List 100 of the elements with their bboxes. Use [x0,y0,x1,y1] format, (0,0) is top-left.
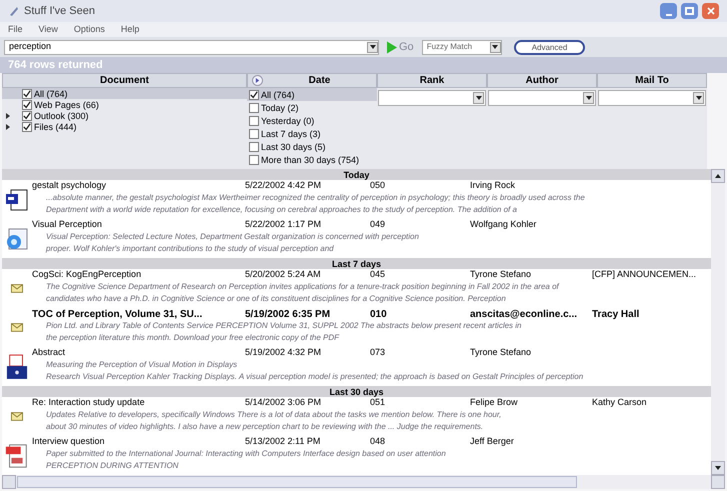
dropdown-arrow-icon [492,45,498,49]
result-snippet: Updates Relative to developers, specifically Windows There is a lot of data about the tasks we mention below. There is one hour, [45,409,502,421]
filter-item[interactable]: Last 7 days (3) [247,127,377,140]
envelope-icon [11,284,23,293]
result-author: anscitas@econline.c... [470,308,578,322]
filter-item[interactable]: Files (444) [2,121,247,132]
result-rank: 051 [370,397,386,410]
result-snippet: Research Visual Perception Kahler Tracking Displays. A visual perception model is presented; the approach is based on Gestalt Principles of perception [45,371,584,383]
checkbox[interactable] [249,90,259,100]
checkbox[interactable] [249,128,259,138]
checkbox[interactable] [22,110,32,120]
checkbox[interactable] [22,122,32,132]
column-header[interactable]: Author [487,73,597,88]
menu-item[interactable]: View [38,22,58,36]
close-button[interactable] [702,3,719,19]
maximize-button[interactable] [681,3,698,19]
filter-item[interactable]: All (764) [247,88,377,101]
dropdown-arrow-icon [476,96,482,100]
result-snippet: Measuring the Perception of Visual Motion in Displays [45,359,238,371]
minimize-button[interactable] [660,3,677,19]
result-date: 5/19/2002 4:32 PM [245,346,322,360]
result-date: 5/22/2002 1:17 PM [245,218,322,232]
result-mail-to: Tracy Hall [592,308,640,322]
column-header[interactable]: Rank [377,73,487,88]
group-header: Today [2,169,711,180]
filter-dropdown[interactable] [598,90,706,106]
column-header[interactable]: Date [247,73,377,88]
group-header: Last 7 days [2,258,711,269]
result-rank: 010 [370,308,388,322]
result-snippet: Department with a world wide reputation for excellence, focusing on cerebral approaches to the study of perception. The addition of a [45,204,518,216]
sort-arrow-icon [255,78,260,83]
result-rank: 073 [370,346,386,360]
result-date: 5/19/2002 6:35 PM [245,308,332,322]
checkbox[interactable] [249,142,259,152]
envelope-icon [11,412,23,421]
result-author: Wolfgang Kohler [470,218,538,232]
result-date: 5/20/2002 5:24 AM [245,268,322,282]
filter-item[interactable]: Web Pages (66) [2,99,247,110]
result-title[interactable]: CogSci: KogEngPerception [32,268,245,282]
dropdown-arrow-icon [370,45,376,49]
group-header: Last 30 days [2,386,711,397]
result-date: 5/22/2002 4:42 PM [245,179,322,192]
dropdown-arrow-icon [586,96,592,100]
up-arrow-icon [715,174,721,178]
checkbox[interactable] [249,116,259,126]
close-icon [706,7,714,15]
column-header[interactable]: Mail To [597,73,707,88]
horizontal-scrollbar[interactable] [2,475,725,489]
result-snippet: Visual Perception: Selected Lecture Notes, Department Gestalt organization is concerned with perception [45,231,420,243]
result-date: 5/14/2002 3:06 PM [245,396,322,410]
column-header[interactable]: Document [2,73,247,88]
dropdown-arrow-icon [715,466,721,470]
dropdown-arrow-icon [696,96,702,100]
result-mail-to: Kathy Carson [592,396,647,410]
result-title[interactable]: TOC of Perception, Volume 31, SU... [32,306,245,322]
filter-item[interactable]: Last 30 days (5) [247,140,377,153]
dropdown-button[interactable] [367,42,378,52]
filter-dropdown[interactable] [378,90,486,106]
result-snippet: the perception literature this month. Download your free electronic copy of the PDF [45,332,340,344]
menu-item[interactable]: File [8,22,23,36]
filter-item[interactable]: Today (2) [247,101,377,114]
play-icon [387,40,397,54]
result-title[interactable]: Re: Interaction study update [32,396,245,410]
app-icon [8,5,20,17]
result-snippet: Paper submitted to the International Journal: Interacting with Computers Interface design based on user attention [45,448,447,460]
result-snippet: ...absolute manner, the gestalt psychologist Max Wertheimer recognized the centrality of perception in psychology; this theory is broadly used across the [45,192,586,204]
result-author: Jeff Berger [470,435,515,448]
envelope-icon [11,323,23,332]
result-snippet: PERCEPTION DURING ATTENTION [45,460,180,472]
result-rank: 048 [370,435,386,448]
filter-dropdown[interactable] [488,90,596,106]
vertical-scrollbar[interactable] [711,169,725,475]
filter-item[interactable]: Outlook (300) [2,110,247,121]
result-snippet: about 30 minutes of video highlights. I also have a new perception chart to be reviewing with the ... Judge the requirements. [45,421,484,433]
menu-item[interactable]: Options [74,22,105,36]
filter-item[interactable]: Yesterday (0) [247,114,377,127]
result-title[interactable]: Interview question [32,435,245,449]
filter-item[interactable]: All (764) [2,88,247,99]
result-title[interactable]: Visual Perception [32,218,245,232]
globe-page-icon [5,226,29,250]
checkbox[interactable] [249,154,259,164]
checkbox[interactable] [22,100,32,110]
match-dropdown[interactable]: Fuzzy Match [422,40,502,54]
menu-item[interactable]: Help [120,22,140,36]
checkbox[interactable] [22,88,32,98]
result-mail-to: [CFP] ANNOUNCEMEN... [592,268,696,282]
checkbox[interactable] [249,102,259,112]
result-date: 5/13/2002 2:11 PM [245,435,322,448]
result-rank: 050 [370,180,386,192]
result-title[interactable]: gestalt psychology [32,179,245,193]
result-author: Tyrone Stefano [470,268,532,282]
result-title[interactable]: Abstract [32,346,245,360]
result-snippet: proper. Wolf Kohler's important contributions to the study of visual perception and [44,243,335,255]
result-snippet: candidates who have a Ph.D. in Cognitive Science or one of its constituent disciplines for a Cognitive Science position. Perception [45,293,507,305]
advanced-button[interactable]: Advanced [514,40,586,54]
result-snippet: The Cognitive Science Department of Research on Perception invites applications for a tenure-track position beginning in Fall 2002 in the area of [45,281,560,293]
result-rank: 045 [370,269,386,282]
status-text: 764 rows returned [8,58,103,73]
result-snippet: Pion Ltd. and Library Table of Contents Service PERCEPTION Volume 31, SUPPL 2002 The abstracts below present recent articles in [45,320,523,332]
filter-item[interactable]: More than 30 days (754) [247,153,377,166]
